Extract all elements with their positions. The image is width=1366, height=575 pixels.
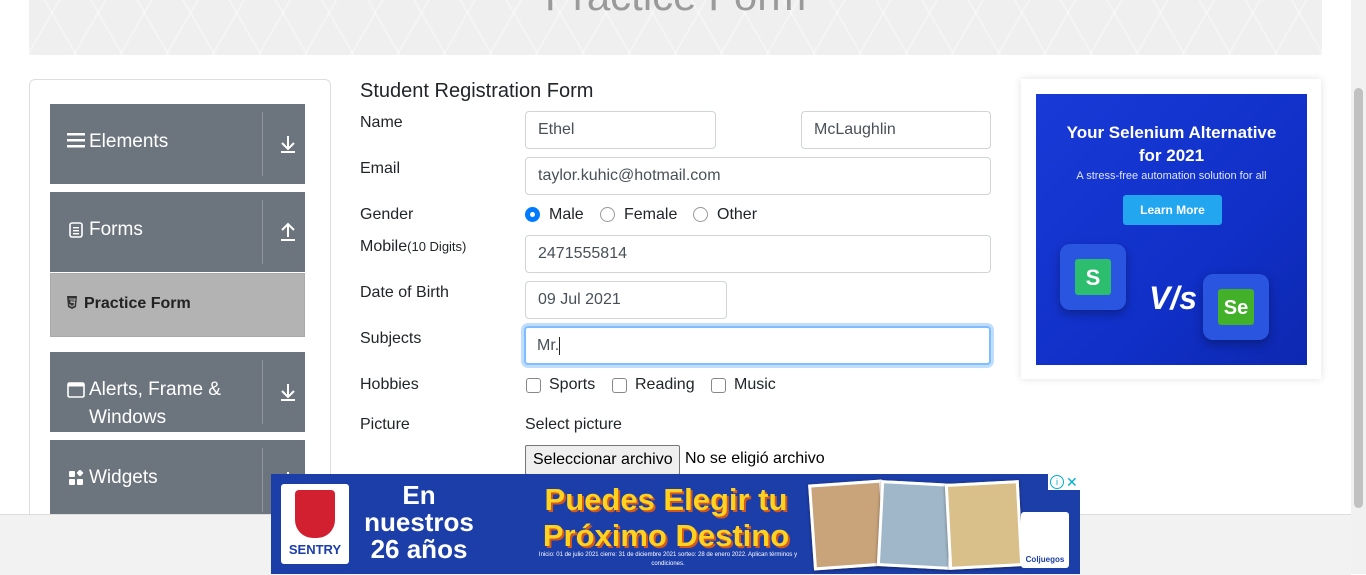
headline-line2: Próximo Destino [542, 518, 790, 553]
years-line1: En [402, 480, 436, 510]
hobby-music-label[interactable]: Music [734, 376, 776, 394]
selenium-logo: Se [1203, 274, 1269, 340]
mobile-hint: (10 Digits) [407, 239, 467, 254]
sidebar-item-label: Practice Form [84, 295, 191, 312]
picture-label: Picture [360, 416, 410, 433]
choose-file-button[interactable]: Seleccionar archivo [525, 445, 680, 475]
sentry-shield-icon [295, 490, 335, 538]
gender-female-radio[interactable] [600, 207, 615, 222]
text-caret [559, 336, 561, 355]
scrollbar-thumb[interactable] [1354, 88, 1363, 508]
mobile-input[interactable]: 2471555814 [525, 235, 991, 273]
gender-female-label[interactable]: Female [624, 206, 677, 224]
hobby-sports-label[interactable]: Sports [549, 376, 595, 394]
sidebar-group-elements[interactable]: Elements [50, 104, 305, 184]
ad-close-icon[interactable]: ✕ [1066, 474, 1078, 490]
selenium-logo-mark: Se [1218, 289, 1254, 325]
sidebar-group-alerts-frame-windows[interactable]: Alerts, Frame & Windows [50, 352, 305, 432]
name-label: Name [360, 114, 403, 131]
versus-text: V/s [1149, 280, 1198, 316]
date-of-birth-input[interactable]: 09 Jul 2021 [525, 281, 727, 319]
destination-photo-room [876, 480, 956, 570]
file-status-text: No se eligió archivo [685, 450, 825, 467]
dob-label: Date of Birth [360, 284, 449, 301]
bottom-ad-years: En nuestros 26 años [363, 482, 475, 563]
first-name-input[interactable]: Ethel [525, 111, 716, 149]
coljuegos-text: Coljuegos [1025, 555, 1065, 564]
years-line3: 26 años [370, 534, 468, 564]
group-divider [262, 360, 263, 424]
group-divider [262, 200, 263, 264]
sidebar-group-widgets[interactable]: Widgets [50, 440, 305, 520]
hobbies-label: Hobbies [360, 376, 419, 393]
side-ad-headline-line2: for 2021 [1138, 146, 1205, 165]
bottom-ad-headline: Puedes Elegir tu Próximo Destino [521, 482, 811, 554]
katalon-logo: S [1060, 244, 1126, 310]
group-divider [262, 112, 263, 176]
gender-male-radio[interactable] [525, 207, 540, 222]
vertical-scrollbar[interactable] [1351, 0, 1366, 574]
sidebar-group-label: Elements [89, 131, 169, 152]
download-arrow-icon [278, 382, 298, 407]
subjects-input[interactable]: Mr. [524, 326, 991, 365]
sidebar-group-label: Forms [89, 219, 143, 240]
mobile-label-text: Mobile [360, 238, 408, 255]
download-arrow-icon [278, 134, 298, 159]
side-ad-headline: Your Selenium Alternative for 2021 [1036, 121, 1307, 167]
sentry-logo: SENTRY [281, 484, 349, 564]
bottom-ad-fine-print: Inicio: 01 de julio 2021 cierre: 31 de d… [538, 552, 798, 567]
document-icon [67, 222, 85, 244]
page-banner: Practice Form [29, 0, 1322, 55]
selenium-logo-letters: Se [1223, 297, 1249, 319]
coljuegos-logo: Coljuegos [1021, 512, 1069, 568]
upload-arrow-icon [278, 222, 298, 247]
hobby-reading-checkbox[interactable] [612, 378, 627, 393]
years-line2: nuestros [364, 507, 474, 537]
ad-info-icon[interactable]: i [1050, 475, 1064, 489]
page-title: Practice Form [29, 0, 1322, 20]
destination-photo-cathedral [808, 479, 888, 571]
katalon-logo-letter: S [1085, 265, 1101, 290]
html5-icon [66, 296, 78, 312]
subjects-label: Subjects [360, 330, 422, 347]
destination-photo-paris [944, 480, 1024, 570]
hobby-sports-checkbox[interactable] [526, 378, 541, 393]
gender-male-label[interactable]: Male [549, 206, 584, 224]
sidebar-group-forms[interactable]: Forms [50, 192, 305, 272]
sidebar-item-practice-form[interactable]: Practice Form [50, 273, 305, 337]
sidebar-group-label-line2: Windows [89, 407, 167, 428]
gender-label: Gender [360, 206, 414, 223]
subjects-input-text: Mr. [537, 337, 560, 354]
side-ad[interactable]: Your Selenium Alternative for 2021 A str… [1021, 79, 1321, 379]
hobby-reading-label[interactable]: Reading [635, 376, 695, 394]
email-label: Email [360, 160, 401, 177]
side-ad-banner[interactable]: Your Selenium Alternative for 2021 A str… [1036, 94, 1307, 365]
katalon-logo-mark: S [1075, 259, 1111, 295]
form-title: Student Registration Form [360, 80, 594, 102]
widgets-icon [67, 469, 85, 492]
sidebar-group-label: Widgets [89, 467, 158, 488]
gender-other-radio[interactable] [693, 207, 708, 222]
select-picture-label: Select picture [525, 416, 622, 433]
email-input[interactable]: taylor.kuhic@hotmail.com [525, 157, 991, 195]
sentry-brand: SENTRY [288, 542, 342, 557]
bottom-ad-banner[interactable]: SENTRY En nuestros 26 años Puedes Elegir… [271, 474, 1080, 574]
hamburger-icon [67, 132, 85, 154]
ad-choices[interactable]: i ✕ [1048, 474, 1080, 490]
side-ad-headline-line1: Your Selenium Alternative [1066, 123, 1277, 142]
hobby-music-checkbox[interactable] [711, 378, 726, 393]
window-icon [67, 382, 85, 404]
sidebar: Elements Forms Practice Form Alerts, Fra… [29, 79, 331, 541]
group-divider [262, 448, 263, 512]
sidebar-group-label-line1: Alerts, Frame & [89, 379, 221, 400]
headline-line1: Puedes Elegir tu [544, 482, 788, 517]
side-ad-subtext: A stress-free automation solution for al… [1076, 170, 1267, 182]
last-name-input[interactable]: McLaughlin [801, 111, 991, 149]
learn-more-button[interactable]: Learn More [1123, 195, 1222, 225]
mobile-label: Mobile(10 Digits) [360, 238, 466, 256]
gender-other-label[interactable]: Other [717, 206, 757, 224]
